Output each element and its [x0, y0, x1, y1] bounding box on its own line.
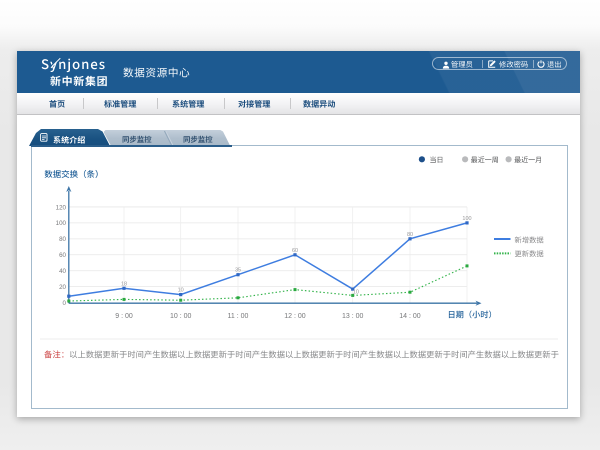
svg-text:10 : 00: 10 : 00	[170, 313, 192, 320]
svg-text:9 : 00: 9 : 00	[115, 313, 133, 320]
svg-text:35: 35	[235, 268, 241, 274]
svg-text:10: 10	[353, 290, 359, 296]
svg-text:18: 18	[121, 281, 127, 287]
svg-text:14 : 00: 14 : 00	[399, 313, 421, 320]
svg-text:60: 60	[292, 248, 298, 254]
svg-text:10: 10	[178, 288, 184, 294]
svg-text:40: 40	[59, 268, 66, 275]
svg-text:20: 20	[59, 284, 66, 291]
svg-text:120: 120	[56, 204, 67, 211]
svg-text:80: 80	[59, 236, 66, 243]
svg-text:12 : 00: 12 : 00	[284, 313, 306, 320]
svg-text:100: 100	[462, 216, 471, 222]
svg-text:80: 80	[407, 232, 413, 238]
svg-text:60: 60	[59, 252, 66, 259]
svg-text:13 : 00: 13 : 00	[342, 313, 364, 320]
svg-text:0: 0	[63, 300, 67, 307]
svg-text:11 : 00: 11 : 00	[228, 313, 249, 320]
svg-text:100: 100	[56, 220, 67, 227]
